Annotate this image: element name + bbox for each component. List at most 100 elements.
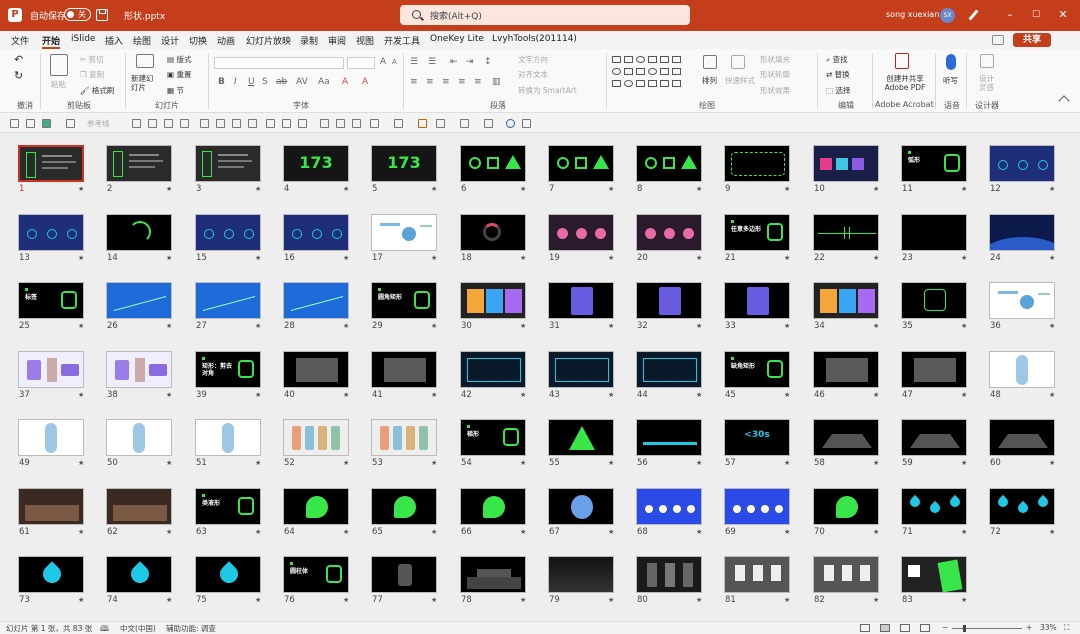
toolbar-icon[interactable] [248,119,257,128]
tab-draw[interactable]: 绘图 [133,34,151,47]
shapes-gallery[interactable] [612,56,692,92]
smartart-button[interactable]: 转换为 SmartArt [518,85,577,96]
zoom-level[interactable]: 33% [1040,623,1057,632]
slide-thumbnail[interactable]: 61 ★ [18,488,106,553]
slide-thumbnail[interactable]: 33 ★ [724,282,812,347]
strikethrough-icon[interactable]: ab [276,77,287,87]
search-box[interactable]: 搜索(Alt+Q) [400,5,690,25]
slide-thumbnail[interactable]: 17 ★ [371,214,459,279]
shape-item[interactable] [636,80,645,87]
slide-preview[interactable] [460,488,526,525]
slide-thumbnail[interactable]: 74 ★ [106,556,194,621]
quick-styles-icon[interactable] [731,55,745,69]
slide-thumbnail[interactable]: 80 ★ [636,556,724,621]
slide-preview[interactable] [636,214,702,251]
shape-item[interactable] [648,56,657,63]
slide-preview[interactable] [636,419,702,456]
microphone-icon[interactable] [946,54,956,70]
slide-preview[interactable] [813,488,879,525]
share-button[interactable]: 共享 [1013,33,1051,47]
zoom-in-icon[interactable]: + [1026,623,1032,632]
toolbar-icon[interactable] [216,119,225,128]
slide-thumbnail[interactable]: 35 ★ [901,282,989,347]
fit-window-icon[interactable]: ⛶ [1064,623,1069,633]
underline-icon[interactable]: U [248,77,255,87]
slide-thumbnail[interactable]: 47 ★ [901,351,989,416]
slide-thumbnail[interactable]: 28 ★ [283,282,371,347]
slide-thumbnail[interactable]: 34 ★ [813,282,901,347]
bullets-icon[interactable]: ☰ [410,57,418,67]
slide-preview[interactable] [460,282,526,319]
slide-thumbnail[interactable]: 52 ★ [283,419,371,484]
slide-thumbnail[interactable]: 36 ★ [989,282,1077,347]
shape-item[interactable] [672,56,681,63]
slide-preview[interactable] [901,488,967,525]
slide-preview[interactable] [18,488,84,525]
align-right-icon[interactable]: ≡ [442,77,450,87]
shape-item[interactable] [612,56,621,63]
slide-thumbnail[interactable]: 30 ★ [460,282,548,347]
slide-preview[interactable]: 梯形 [460,419,526,456]
toolbar-icon[interactable] [148,119,157,128]
paste-button[interactable]: 粘贴 [51,79,66,90]
dictate-button[interactable]: 听写 [943,75,958,86]
slide-preview[interactable]: 173 [283,145,349,182]
slide-thumbnail[interactable]: 19 ★ [548,214,636,279]
slide-preview[interactable] [636,556,702,593]
paste-icon[interactable] [50,54,68,76]
shape-outline-button[interactable]: 形状轮廓 [760,69,790,80]
slide-thumbnail[interactable]: 173 5 ★ [371,145,459,210]
slide-preview[interactable] [106,214,172,251]
slide-thumbnail[interactable]: 16 ★ [283,214,371,279]
shape-item[interactable] [612,80,621,87]
spellcheck-icon[interactable]: 🕮 [100,623,109,634]
slide-preview[interactable] [989,351,1055,388]
tab-animations[interactable]: 动画 [217,34,235,47]
slide-thumbnail[interactable]: 26 ★ [106,282,194,347]
slide-preview[interactable] [548,351,614,388]
toolbar-icon[interactable] [352,119,361,128]
undo-icon[interactable]: ↶ [14,53,23,66]
slide-thumbnail[interactable]: 43 ★ [548,351,636,416]
toolbar-icon[interactable] [282,119,291,128]
slideshow-view-icon[interactable] [920,624,930,632]
tab-design[interactable]: 设计 [161,34,179,47]
slide-thumbnail[interactable]: 53 ★ [371,419,459,484]
slide-preview[interactable] [18,145,84,182]
slide-preview[interactable] [989,145,1055,182]
slide-thumbnail[interactable]: 69 ★ [724,488,812,553]
slide-thumbnail[interactable]: <30s 57 ★ [724,419,812,484]
normal-view-icon[interactable] [860,624,870,632]
slide-thumbnail[interactable]: 48 ★ [989,351,1077,416]
align-center-icon[interactable]: ≡ [426,77,434,87]
shape-item[interactable] [672,68,681,75]
slide-thumbnail[interactable]: 62 ★ [106,488,194,553]
slide-thumbnail[interactable]: 40 ★ [283,351,371,416]
tab-islide[interactable]: iSlide [71,34,95,44]
tab-record[interactable]: 录制 [300,34,318,47]
grow-font-icon[interactable]: A [380,57,386,67]
toolbar-icon[interactable] [436,119,445,128]
slide-thumbnail[interactable]: 弧形 11 ★ [901,145,989,210]
shape-item[interactable] [624,80,633,87]
slide-preview[interactable]: 173 [371,145,437,182]
slide-preview[interactable] [813,419,879,456]
slide-preview[interactable] [724,145,790,182]
line-spacing-icon[interactable]: ↕ [484,57,492,67]
slide-thumbnail[interactable]: 20 ★ [636,214,724,279]
cut-button[interactable]: ✂ 剪切 [80,54,104,65]
slide-preview[interactable] [724,556,790,593]
create-pdf-button[interactable]: 创建并共享 Adobe PDF [879,74,931,92]
slide-thumbnail[interactable]: 73 ★ [18,556,106,621]
slide-preview[interactable] [548,282,614,319]
slide-thumbnail[interactable]: 78 ★ [460,556,548,621]
slide-preview[interactable] [106,488,172,525]
replace-button[interactable]: ⇄ 替换 [826,69,850,80]
collapse-ribbon-icon[interactable] [1058,95,1070,107]
slide-thumbnail[interactable]: 79 ★ [548,556,636,621]
slide-preview[interactable] [371,556,437,593]
format-painter-button[interactable]: 🖌 格式刷 [80,85,114,96]
slide-thumbnail[interactable]: 50 ★ [106,419,194,484]
slide-preview[interactable] [195,419,261,456]
decrease-indent-icon[interactable]: ⇤ [450,57,458,67]
